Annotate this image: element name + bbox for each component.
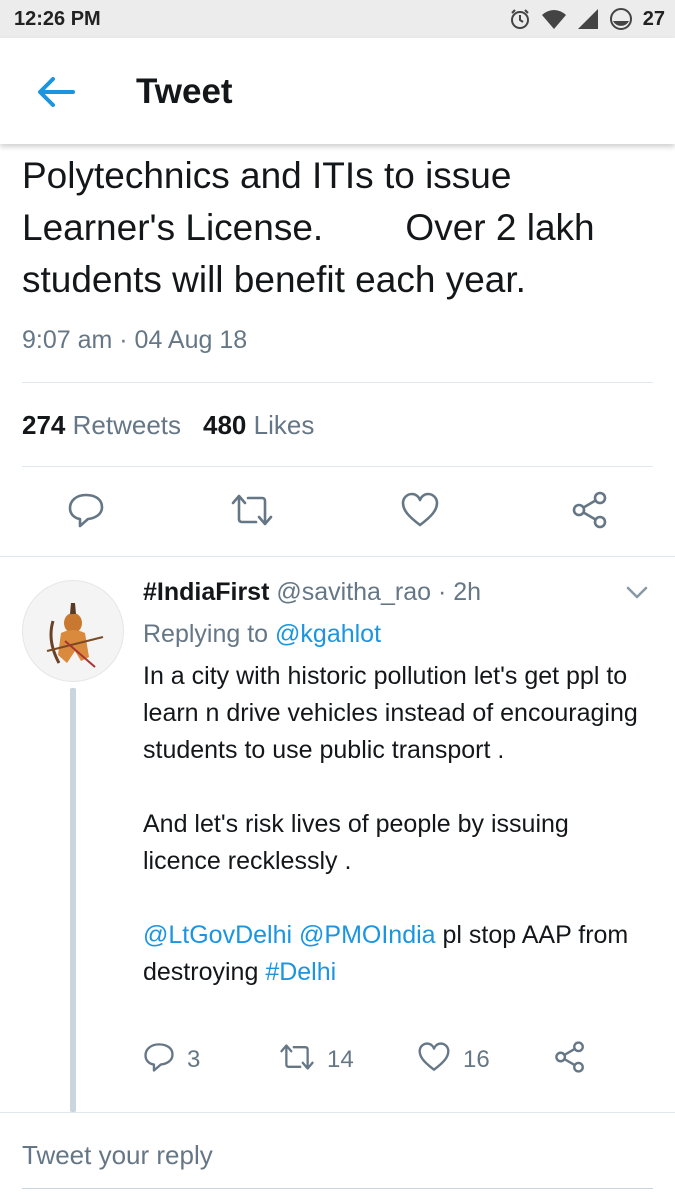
reply-retweet-button[interactable]: 14: [279, 1040, 354, 1080]
alarm-icon: [509, 8, 531, 30]
back-button[interactable]: [32, 74, 78, 114]
tweet-text-line: students will benefit each year.: [22, 259, 526, 300]
status-bar: 12:26 PM 27: [0, 0, 675, 38]
wifi-icon: [541, 8, 567, 30]
reply-compose-input[interactable]: Tweet your reply: [22, 1140, 213, 1171]
reply-icon: [67, 491, 105, 534]
thread-line: [70, 688, 76, 1112]
reply-actions: 3 14 16: [143, 1040, 663, 1080]
reply-author-name[interactable]: #IndiaFirst: [143, 578, 269, 606]
reply-count: 3: [187, 1046, 201, 1073]
like-button[interactable]: [400, 490, 440, 534]
likes-count: 480: [203, 410, 247, 440]
replying-to-handle[interactable]: @kgahlot: [275, 620, 381, 648]
likes-stat[interactable]: 480 Likes: [203, 410, 314, 441]
reply-header: #IndiaFirst @savitha_rao · 2h: [143, 578, 481, 607]
retweet-icon: [230, 491, 274, 534]
avatar[interactable]: [22, 580, 124, 682]
replying-to-label: Replying to: [143, 620, 269, 648]
divider: [0, 1112, 675, 1113]
reply-author-handle[interactable]: @savitha_rao: [276, 578, 431, 606]
battery-icon: [609, 7, 633, 31]
reply-button[interactable]: [66, 490, 106, 534]
reply-paragraph: And let's risk lives of people by issuin…: [143, 810, 569, 875]
arrow-left-icon: [35, 76, 75, 113]
tweet-actions: [0, 490, 675, 536]
divider: [22, 1188, 653, 1189]
tweet-text-line: Learner's License. Over 2 lakh: [22, 207, 595, 248]
like-icon: [400, 491, 440, 534]
reply-time: · 2h: [437, 578, 482, 606]
status-time: 12:26 PM: [14, 8, 101, 30]
share-icon: [570, 490, 610, 535]
tweet-text: and Principals of Colleges , Polytechnic…: [22, 124, 662, 310]
reply-like-button[interactable]: 16: [417, 1040, 490, 1080]
chevron-down-icon: [626, 586, 648, 604]
like-count: 16: [463, 1046, 490, 1073]
retweet-count: 14: [327, 1046, 354, 1073]
page-title: Tweet: [136, 72, 233, 111]
hashtag-link[interactable]: #Delhi: [265, 958, 336, 986]
retweets-stat[interactable]: 274 Retweets: [22, 410, 181, 441]
divider: [22, 466, 653, 467]
reply-share-button[interactable]: [553, 1040, 587, 1080]
likes-label: Likes: [253, 410, 315, 440]
retweet-icon: [279, 1041, 315, 1080]
retweet-button[interactable]: [230, 490, 274, 534]
mention-link[interactable]: @LtGovDelhi: [143, 921, 292, 949]
more-options-button[interactable]: [626, 586, 648, 605]
like-icon: [417, 1041, 451, 1080]
divider: [22, 382, 653, 383]
tweet-stats: 274 Retweets 480 Likes: [22, 410, 314, 441]
reply-paragraph: @LtGovDelhi @PMOIndia pl stop AAP from d…: [143, 917, 653, 991]
tweet-timestamp: 9:07 am · 04 Aug 18: [22, 326, 248, 354]
reply-icon: [143, 1041, 175, 1080]
share-icon: [553, 1040, 587, 1081]
retweets-count: 274: [22, 410, 66, 440]
signal-icon: [577, 8, 599, 30]
battery-level: 27: [642, 7, 665, 30]
divider: [0, 556, 675, 557]
mention-link[interactable]: @PMOIndia: [299, 921, 436, 949]
reply-paragraph: In a city with historic pollution let's …: [143, 662, 638, 764]
tweet-text-line: Polytechnics and ITIs to issue: [22, 155, 512, 196]
reply-text: In a city with historic pollution let's …: [143, 658, 653, 991]
reply-reply-button[interactable]: 3: [143, 1040, 200, 1080]
avatar-image: [46, 603, 104, 668]
replying-to: Replying to @kgahlot: [143, 620, 381, 649]
share-button[interactable]: [570, 490, 610, 534]
retweets-label: Retweets: [72, 410, 182, 440]
status-icons: 27: [509, 6, 665, 32]
app-bar: Tweet: [0, 38, 675, 144]
